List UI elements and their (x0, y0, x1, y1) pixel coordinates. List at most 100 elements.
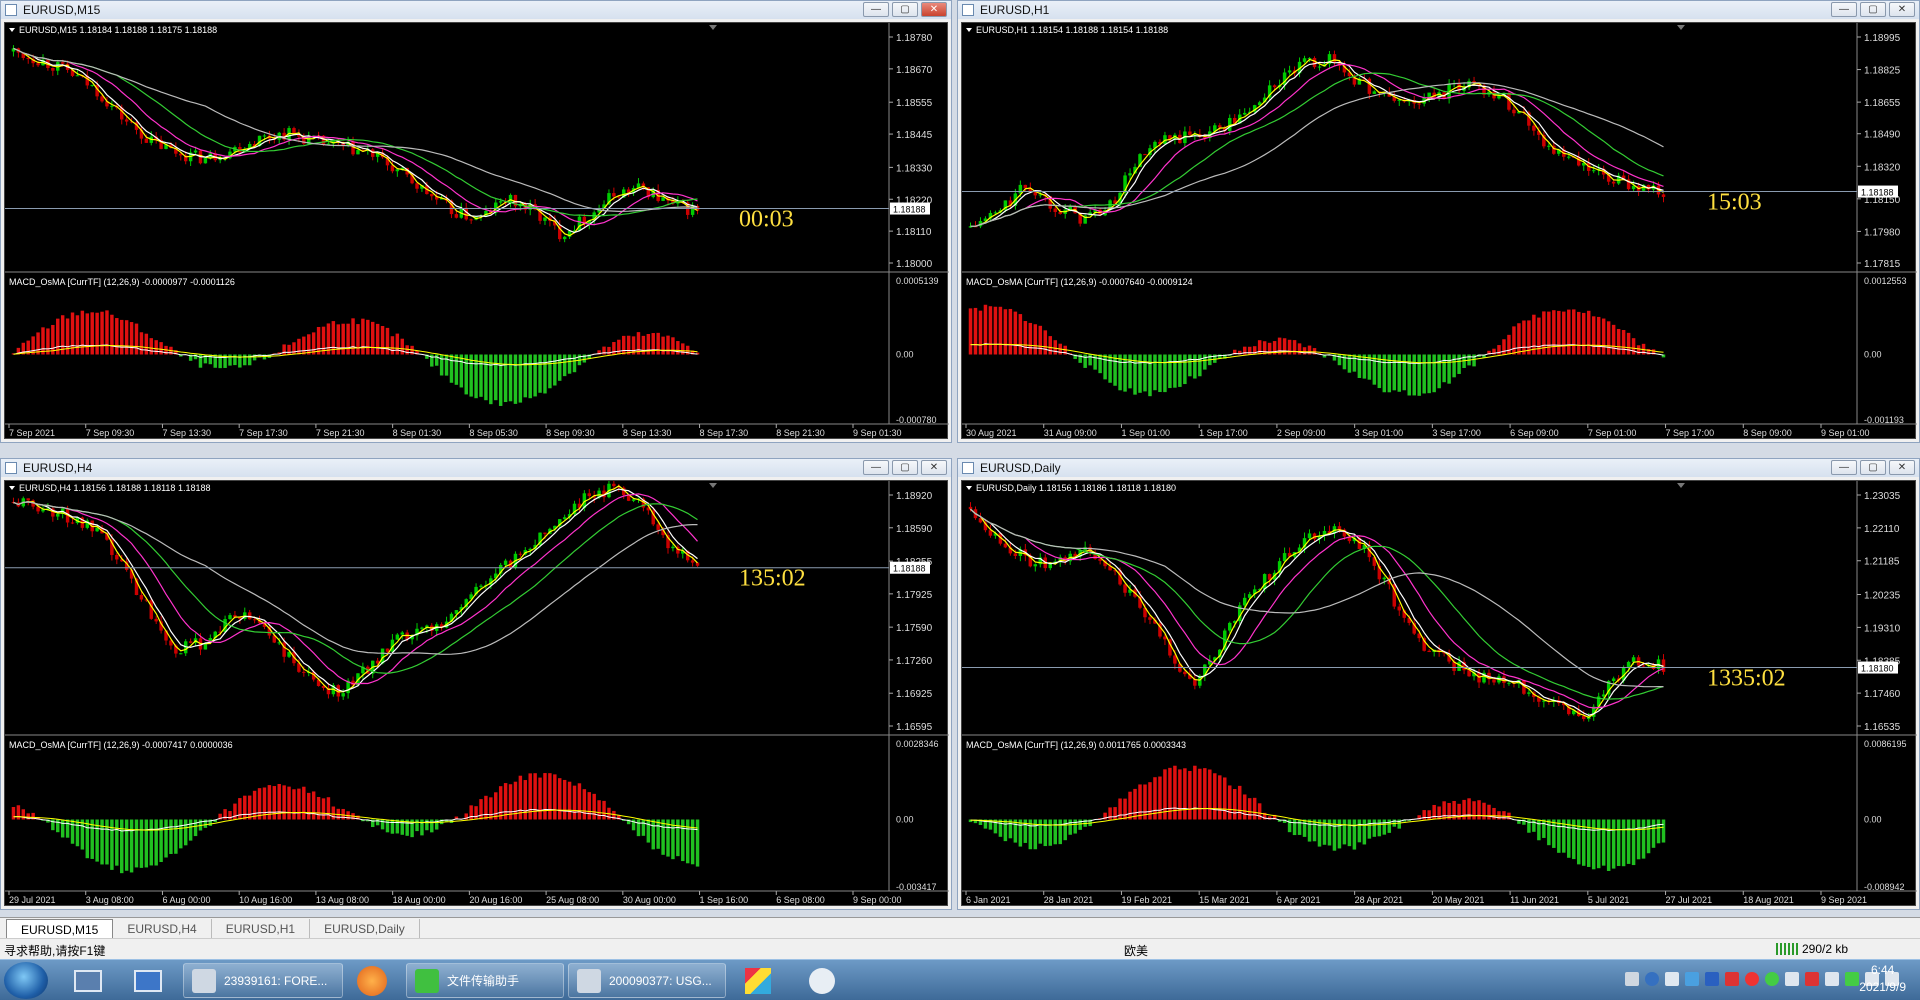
media-icon[interactable] (1805, 972, 1819, 986)
macd-histogram-bar (1596, 316, 1601, 355)
tab-eurusd-h1[interactable]: EURUSD,H1 (212, 919, 311, 938)
macd-histogram-bar (1068, 819, 1072, 835)
macd-histogram-bar (528, 773, 532, 820)
chart-canvas[interactable]: 1.18995 1.18825 1.18655 1.18490 1.18320 1.181… (961, 22, 1917, 440)
maximize-button[interactable]: ▢ (1860, 460, 1886, 475)
tab-eurusd-daily[interactable]: EURUSD,Daily (310, 919, 420, 938)
desktop-icon[interactable] (126, 964, 170, 997)
close-button[interactable]: ✕ (1889, 2, 1915, 17)
taskbar-item-mt4[interactable]: 23939161: FORE... (183, 963, 343, 998)
macd-histogram-bar (1242, 794, 1247, 820)
macd-histogram-bar (464, 354, 468, 395)
macd-histogram-bar (681, 343, 685, 355)
macd-histogram-bar (11, 806, 16, 820)
macd-histogram-bar (1188, 770, 1192, 820)
chart-window-eurusd-h4[interactable]: EURUSD,H4 — ▢ ✕ 1.189201.185901.182551.1… (0, 458, 952, 910)
browser-icon[interactable] (350, 964, 394, 997)
chart-window-eurusd-m15[interactable]: EURUSD,M15 — ▢ ✕ 1.18780 1.18670 1.18555 1.… (0, 0, 952, 443)
taskbar-item-mt4-second[interactable]: 200090377: USG... (568, 963, 726, 998)
close-button[interactable]: ✕ (921, 2, 947, 17)
macd-histogram-bar (983, 304, 988, 355)
candle-body (193, 150, 198, 153)
chart-canvas[interactable]: 1.18780 1.18670 1.18555 1.18445 1.18330 1.182… (4, 22, 949, 440)
macd-histogram-bar (311, 332, 316, 355)
tab-eurusd-m15[interactable]: EURUSD,M15 (6, 919, 114, 938)
macd-histogram-bar (1038, 819, 1043, 844)
macd-histogram-bar (213, 354, 217, 368)
app-icon[interactable] (800, 964, 844, 997)
macd-histogram-bar (188, 819, 193, 841)
mt4-desktop: EURUSD,M15 — ▢ ✕ 1.18780 1.18670 1.18555 1.… (0, 0, 1920, 1000)
macd-histogram-bar (80, 310, 85, 355)
chart-canvas[interactable]: 1.189201.185901.182551.179251.175901.172… (4, 480, 949, 907)
chart-svg[interactable]: 1.187801.186701.185551.184451.183301.182… (5, 23, 949, 440)
current-price-label: 1.18180 (1861, 664, 1894, 674)
macd-histogram-bar (1178, 354, 1182, 387)
ma-magenta-line (970, 508, 1664, 709)
macd-histogram-bar (351, 318, 355, 355)
tab-eurusd-h4[interactable]: EURUSD,H4 (113, 919, 212, 938)
chart-canvas[interactable]: 1.230351.221101.211851.202351.193101.183… (961, 480, 1917, 907)
macd-histogram-bar (1552, 819, 1556, 848)
macd-histogram-bar (548, 773, 552, 820)
macd-histogram-bar (1432, 804, 1436, 820)
macd-histogram-bar (149, 338, 153, 355)
start-button[interactable] (4, 962, 48, 999)
minimize-button[interactable]: — (863, 460, 889, 475)
chart-svg[interactable]: 1.18995 1.18825 1.18655 1.18490 1.18320 1.181… (962, 23, 1917, 440)
chart-window-eurusd-h1[interactable]: EURUSD,H1 — ▢ ✕ 1.18995 1.18825 1.18655 1.1… (957, 0, 1920, 443)
close-button[interactable]: ✕ (921, 460, 947, 475)
help-icon[interactable] (1645, 972, 1659, 986)
macd-histogram-bar (1586, 310, 1591, 355)
window-titlebar[interactable]: EURUSD,M15 — ▢ ✕ (1, 1, 951, 19)
macd-histogram-bar (415, 819, 419, 832)
macd-histogram-bar (1626, 332, 1631, 355)
macd-histogram-bar (1601, 318, 1606, 355)
network-icon[interactable] (1665, 972, 1679, 986)
chart-window-eurusd-daily[interactable]: EURUSD,Daily — ▢ ✕ 1.23035 1.22110 1.21185… (957, 458, 1920, 910)
explorer-icon[interactable] (66, 964, 110, 997)
macd-histogram-bar (85, 313, 90, 355)
macd-histogram-bar (139, 332, 144, 355)
wps-icon[interactable] (1725, 972, 1739, 986)
maximize-button[interactable]: ▢ (1860, 2, 1886, 17)
window-titlebar[interactable]: EURUSD,H4 — ▢ ✕ (1, 459, 951, 477)
status-profile[interactable]: 欧美 (1124, 942, 1148, 959)
paint-icon[interactable] (736, 964, 780, 997)
candle-body (1307, 533, 1312, 539)
close-button[interactable]: ✕ (1889, 460, 1915, 475)
minimize-button[interactable]: — (1831, 460, 1857, 475)
price-tick-label: 1.18330 (896, 163, 933, 174)
window-titlebar[interactable]: EURUSD,Daily — ▢ ✕ (958, 459, 1919, 477)
minimize-button[interactable]: — (1831, 2, 1857, 17)
macd-histogram-bar (1596, 819, 1601, 869)
chart-svg[interactable]: 1.230351.221101.211851.202351.193101.183… (962, 481, 1917, 907)
taskbar-item-wechat[interactable]: 文件传输助手 (406, 963, 564, 998)
macd-tick-label: 0.00 (1864, 815, 1882, 825)
macd-histogram-bar (1507, 334, 1511, 355)
macd-histogram-bar (602, 800, 606, 820)
candle-body (695, 562, 700, 566)
macd-histogram-bar (356, 324, 360, 355)
candle-body (247, 612, 252, 620)
chart-svg[interactable]: 1.189201.185901.182551.179251.175901.172… (5, 481, 949, 907)
minimize-button[interactable]: — (863, 2, 889, 17)
wechat-tray-icon[interactable] (1765, 972, 1779, 986)
macd-histogram-bar (183, 819, 188, 846)
macd-histogram-bar (1033, 324, 1038, 355)
keyboard-icon[interactable] (1625, 972, 1639, 986)
time-tick-label: 8 Sep 21:30 (776, 428, 825, 438)
antivirus-icon[interactable] (1745, 972, 1759, 986)
maximize-button[interactable]: ▢ (892, 2, 918, 17)
window-titlebar[interactable]: EURUSD,H1 — ▢ ✕ (958, 1, 1919, 19)
shield-icon[interactable] (1705, 972, 1719, 986)
speaker-icon[interactable] (1825, 972, 1839, 986)
maximize-button[interactable]: ▢ (892, 460, 918, 475)
flag-icon[interactable] (1845, 972, 1859, 986)
macd-histogram-bar (1193, 765, 1197, 820)
clock[interactable]: 6:44 2021/9/9 (1859, 962, 1906, 996)
macd-histogram-bar (612, 342, 616, 355)
macd-histogram-bar (316, 796, 321, 820)
bluetooth-icon[interactable] (1685, 972, 1699, 986)
display-icon[interactable] (1785, 972, 1799, 986)
